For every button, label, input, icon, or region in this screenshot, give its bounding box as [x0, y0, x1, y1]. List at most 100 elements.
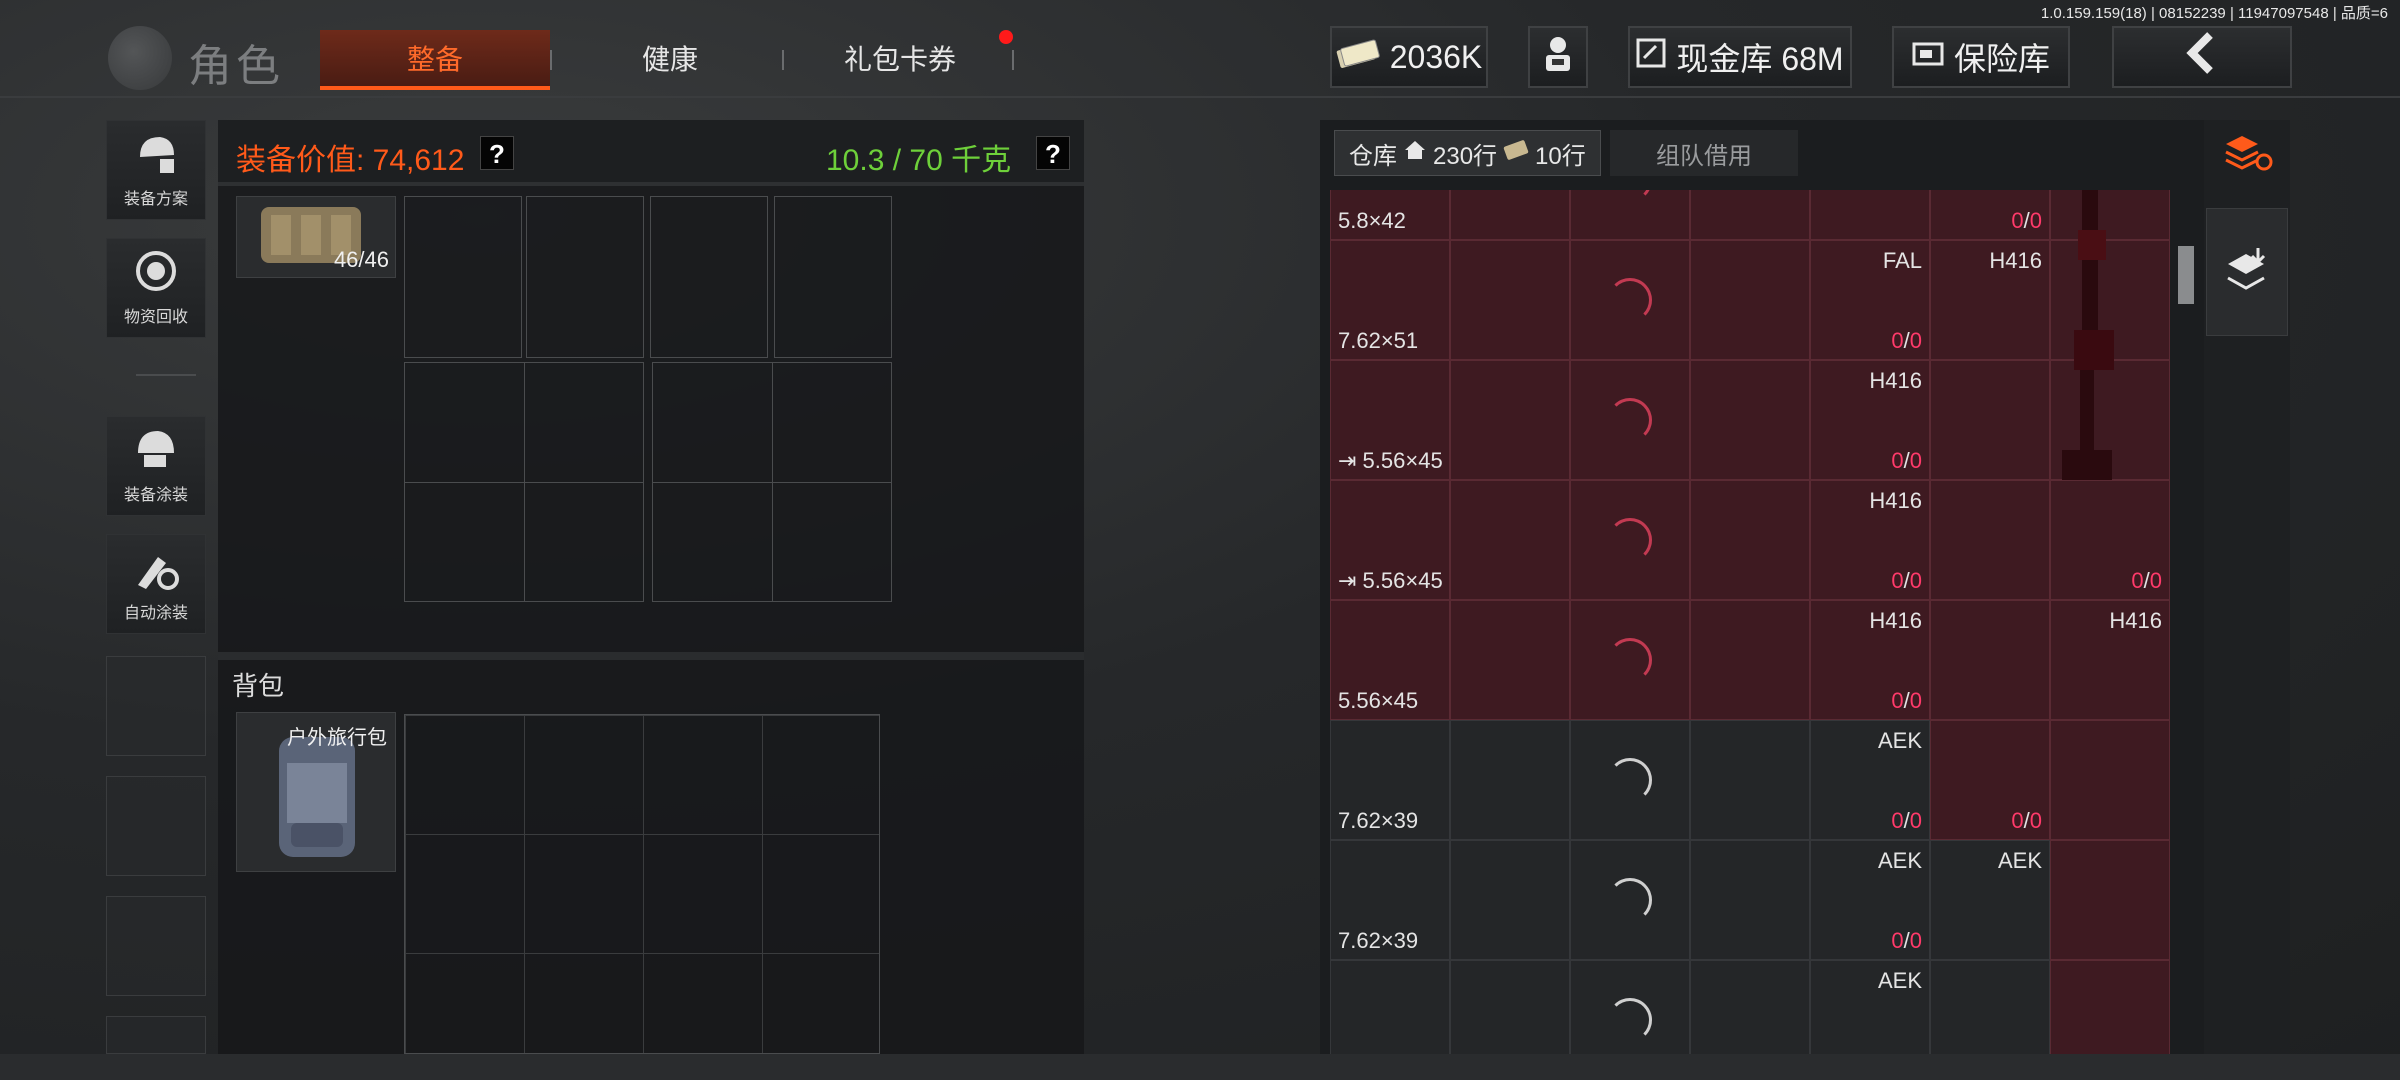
warehouse-cell[interactable]: [1450, 360, 1570, 480]
sidebar-item-label: 自动涂装: [123, 605, 188, 622]
warehouse-cell[interactable]: [1330, 960, 1450, 1054]
layer-button[interactable]: [2206, 208, 2288, 336]
warehouse-cell[interactable]: [1690, 480, 1810, 600]
equipment-paint-button[interactable]: 装备涂装: [106, 416, 206, 516]
empty-slot[interactable]: [106, 656, 206, 756]
tab-health[interactable]: 健康: [560, 30, 780, 90]
weapon-compat-label: H416: [1869, 368, 1922, 393]
vest-cell[interactable]: [404, 196, 522, 358]
weapon-compat-label: AEK: [1877, 968, 1922, 993]
sort-button[interactable]: [2222, 130, 2274, 178]
backpack-grid[interactable]: [404, 714, 880, 1054]
scrollbar-thumb[interactable]: [2178, 246, 2194, 304]
page-title: 角色: [188, 42, 284, 91]
ammo-count: 0/0: [1891, 928, 1922, 953]
header-divider: [0, 96, 2400, 98]
warehouse-cell[interactable]: [1690, 240, 1810, 360]
vest-cell[interactable]: [526, 196, 644, 358]
ammo-caliber-label: 5.56×45: [1338, 688, 1419, 713]
equipment-value: 装备价值: 74,612: [236, 144, 465, 177]
currency-button[interactable]: 2036K: [1330, 26, 1488, 88]
warehouse-cell[interactable]: [2050, 960, 2170, 1054]
ammo-count: 0/0: [2011, 208, 2042, 233]
tab-gift-coupons[interactable]: 礼包卡券: [790, 30, 1010, 90]
empty-slot[interactable]: [106, 1016, 206, 1054]
warehouse-cell[interactable]: [1810, 190, 1930, 240]
vest-cell-large[interactable]: [652, 362, 892, 602]
safe-icon: [1912, 39, 1944, 76]
warehouse-cell[interactable]: [1930, 360, 2050, 480]
tab-warehouse[interactable]: 仓库 230行 10行: [1334, 130, 1601, 176]
loadout-plan-button[interactable]: 装备方案: [106, 120, 206, 220]
ammo-caliber-label: 7.62×51: [1338, 328, 1419, 353]
weapon-compat-label: H416: [2109, 608, 2162, 633]
warehouse-cell[interactable]: [1450, 480, 1570, 600]
warehouse-cell[interactable]: [1690, 840, 1810, 960]
warehouse-cell[interactable]: [1930, 480, 2050, 600]
loading-spinner-icon: [1608, 638, 1652, 682]
ammo-caliber-label: 5.8×42: [1338, 208, 1406, 233]
value-help-button[interactable]: ?: [480, 136, 514, 170]
cash-vault-label: 现金库 68M: [1676, 41, 1844, 77]
warehouse-grid[interactable]: 5.8×42 0/0 7.62×51 FAL H416 0/0 ⇥ 5.56×45 H416 0…: [1330, 190, 2170, 1054]
safe-box-button[interactable]: 保险库: [1892, 26, 2070, 88]
vest-cell-large[interactable]: [404, 362, 644, 602]
warehouse-extra-rows: 10行: [1535, 142, 1586, 170]
warehouse-cell[interactable]: [1690, 360, 1810, 480]
loading-spinner-icon: [1608, 278, 1652, 322]
vest-cell[interactable]: [774, 196, 892, 358]
warehouse-cell[interactable]: [1450, 190, 1570, 240]
warehouse-cell[interactable]: [1690, 960, 1810, 1054]
back-button[interactable]: [2112, 26, 2292, 88]
tab-team-borrow[interactable]: 组队借用: [1610, 130, 1798, 176]
warehouse-cell[interactable]: [1450, 720, 1570, 840]
warehouse-cell[interactable]: [1450, 960, 1570, 1054]
ammo-caliber-label: ⇥ 5.56×45: [1338, 448, 1443, 473]
warehouse-cell[interactable]: [1690, 600, 1810, 720]
warehouse-rows: 230行: [1433, 142, 1498, 170]
ammo-caliber-label: 7.62×39: [1338, 928, 1419, 953]
ammo-caliber-label: ⇥ 5.56×45: [1338, 568, 1443, 593]
warehouse-cell[interactable]: [1690, 190, 1810, 240]
warehouse-cell[interactable]: [2050, 720, 2170, 840]
ammo-count: 0/0: [1891, 568, 1922, 593]
supply-recycle-button[interactable]: 物资回收: [106, 238, 206, 338]
tab-divider: [1012, 50, 1014, 70]
tab-loadout[interactable]: 整备: [320, 30, 550, 90]
weight-help-button[interactable]: ?: [1036, 136, 1070, 170]
tab-divider: [550, 50, 552, 70]
warehouse-cell[interactable]: [1930, 960, 2050, 1054]
ammo-count: 0/0: [1891, 328, 1922, 353]
warehouse-cell[interactable]: [1450, 600, 1570, 720]
warehouse-cell[interactable]: [1450, 840, 1570, 960]
recycle-icon: [107, 239, 205, 303]
sidebar-divider: [136, 374, 196, 376]
rifle-item-icon[interactable]: [2052, 190, 2132, 490]
vest-cell[interactable]: [650, 196, 768, 358]
cash-vault-button[interactable]: 现金库 68M: [1628, 26, 1852, 88]
warehouse-cell[interactable]: [2050, 840, 2170, 960]
game-logo: [108, 26, 172, 90]
auto-paint-button[interactable]: 自动涂装: [106, 534, 206, 634]
home-icon: [1403, 139, 1427, 168]
empty-slot[interactable]: [106, 776, 206, 876]
agent-button[interactable]: [1528, 26, 1588, 88]
backpack-slot[interactable]: 户外旅行包: [236, 712, 396, 872]
weapon-compat-label: H416: [1869, 608, 1922, 633]
equipment-weight: 10.3 / 70 千克: [826, 144, 1012, 177]
cash-icon: [1503, 139, 1529, 168]
sidebar-item-label: 物资回收: [123, 309, 188, 326]
warehouse-cell[interactable]: [1450, 240, 1570, 360]
loadout-icon: [107, 121, 205, 185]
weapon-compat-label: H416: [1869, 488, 1922, 513]
warehouse-cell[interactable]: [1690, 720, 1810, 840]
vest-slot[interactable]: 46/46: [236, 196, 396, 278]
warehouse-cell[interactable]: [1930, 600, 2050, 720]
notification-badge: [999, 30, 1013, 44]
scrollbar-track[interactable]: [2174, 190, 2196, 1054]
sort-stack-icon: [2225, 136, 2273, 171]
empty-slot[interactable]: [106, 896, 206, 996]
bottom-bar: [0, 1054, 2400, 1080]
helmet-paint-icon: [107, 417, 205, 481]
layer-download-icon: [2227, 248, 2266, 290]
